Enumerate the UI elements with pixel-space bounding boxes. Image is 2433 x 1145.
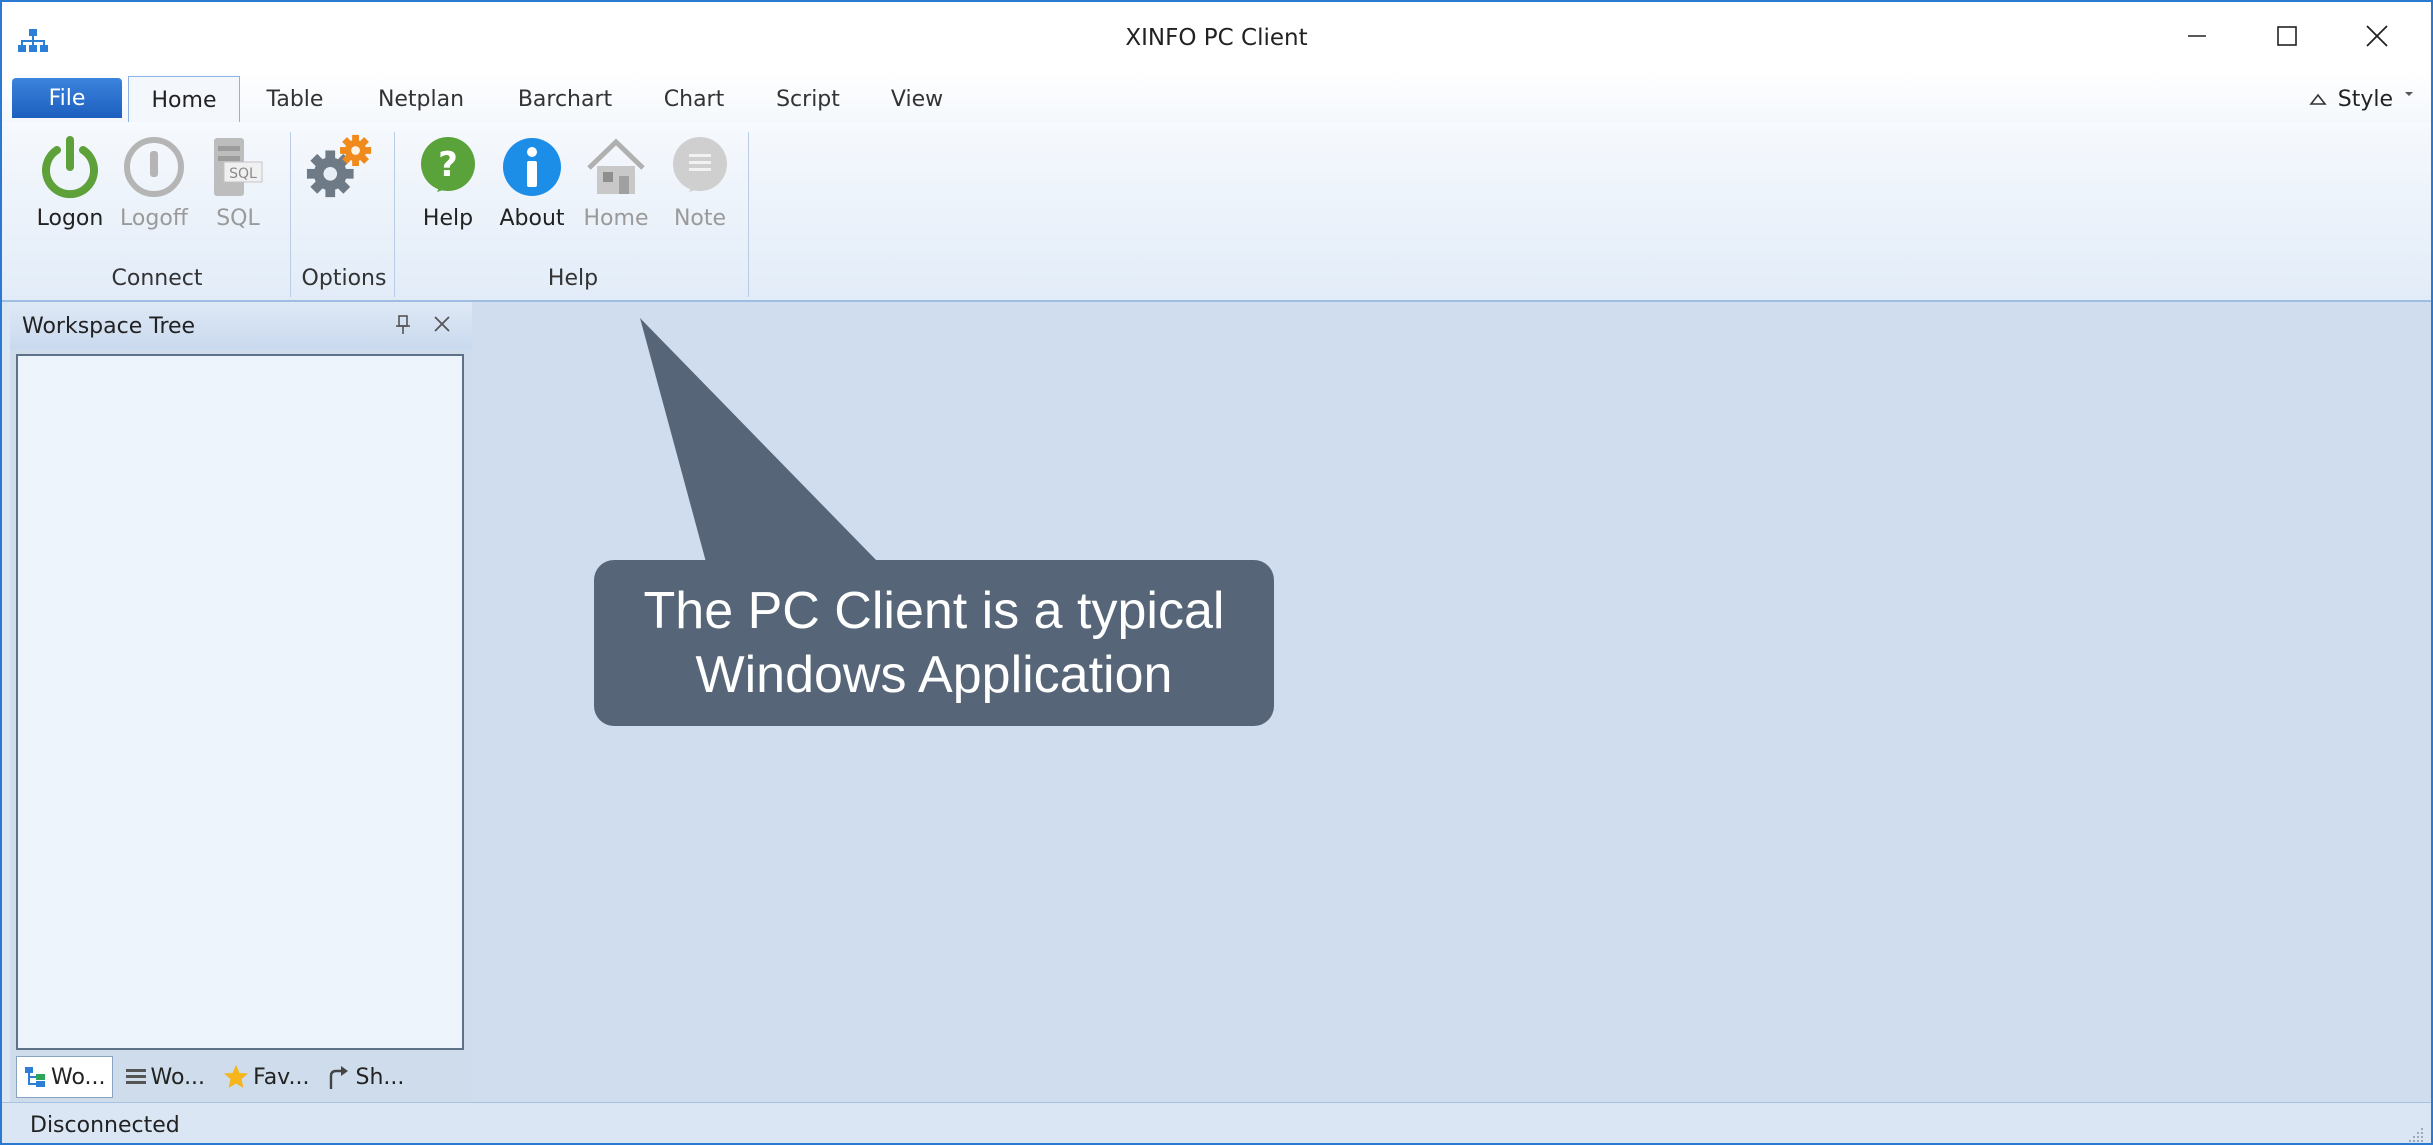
callout-bubble: The PC Client is a typical Windows Appli… — [594, 560, 1274, 726]
logon-label: Logon — [36, 206, 104, 231]
file-tab[interactable]: File — [12, 78, 122, 118]
logon-button[interactable]: Logon — [30, 132, 110, 231]
tab-netplan[interactable]: Netplan — [366, 76, 476, 122]
group-separator — [394, 132, 395, 297]
ribbon-home: Logon Logoff SQL SQL Connect Options ? H… — [2, 122, 2431, 302]
close-button[interactable] — [2332, 12, 2422, 60]
style-label: Style — [2337, 86, 2393, 112]
workspace-panel-title: Workspace Tree — [22, 314, 196, 339]
window-title: XINFO PC Client — [1125, 25, 1308, 51]
tree-icon — [25, 1067, 45, 1087]
home-icon — [587, 138, 645, 194]
chevron-down-icon — [2405, 92, 2413, 96]
info-icon — [503, 138, 561, 196]
tab-workspace-tree[interactable]: Wo... — [16, 1056, 113, 1098]
tab-table[interactable]: Table — [252, 76, 338, 122]
workspace-panel: Workspace Tree Wo... Wo... Fav... Sh... — [10, 302, 472, 1102]
tab-barchart[interactable]: Barchart — [510, 76, 620, 122]
ribbon-tab-row: File Home Table Netplan Barchart Chart S… — [2, 72, 2431, 124]
about-label: About — [499, 206, 565, 231]
home-button[interactable]: Home — [576, 132, 656, 231]
resize-grip-icon[interactable] — [2407, 1126, 2425, 1144]
tab-workspace-list[interactable]: Wo... — [119, 1057, 212, 1097]
question-icon: ? — [421, 137, 475, 192]
group-label-options: Options — [301, 266, 387, 291]
group-separator — [290, 132, 291, 297]
callout-line-2: Windows Application — [695, 646, 1173, 704]
options-button[interactable] — [300, 132, 380, 202]
maximize-button[interactable] — [2242, 12, 2332, 60]
star-icon — [224, 1065, 249, 1088]
logoff-button[interactable]: Logoff — [114, 132, 194, 231]
power-icon — [42, 136, 98, 199]
workspace-tree[interactable] — [16, 354, 464, 1050]
logoff-label: Logoff — [120, 206, 188, 231]
tab-label: Wo... — [51, 1064, 106, 1090]
close-icon[interactable] — [432, 314, 452, 334]
style-menu[interactable]: Style — [2308, 84, 2417, 114]
svg-text:SQL: SQL — [229, 166, 257, 182]
tab-label: Wo... — [150, 1064, 206, 1090]
note-icon — [673, 137, 727, 192]
close-icon — [2366, 25, 2388, 47]
tab-shortcuts[interactable]: Sh... — [321, 1057, 410, 1097]
workspace-panel-tabs: Wo... Wo... Fav... Sh... — [16, 1054, 466, 1100]
svg-text:?: ? — [438, 145, 458, 185]
note-label: Note — [673, 206, 727, 231]
callout-line-1: The PC Client is a typical — [643, 582, 1225, 640]
connection-status: Disconnected — [30, 1113, 180, 1138]
tab-favorites[interactable]: Fav... — [217, 1057, 315, 1097]
about-button[interactable]: About — [492, 132, 572, 231]
power-off-icon — [124, 137, 184, 197]
minimize-button[interactable] — [2152, 12, 2242, 60]
tab-script[interactable]: Script — [766, 76, 850, 122]
sql-label: SQL — [216, 206, 260, 231]
tab-label: Fav... — [253, 1064, 310, 1090]
sql-icon: SQL — [214, 138, 263, 196]
maximize-icon — [2277, 26, 2297, 46]
home-label: Home — [583, 206, 649, 231]
note-button[interactable]: Note — [660, 132, 740, 231]
gears-icon — [306, 134, 372, 198]
status-bar: Disconnected — [2, 1102, 2431, 1144]
tab-label: Sh... — [355, 1064, 405, 1090]
tab-chart[interactable]: Chart — [654, 76, 734, 122]
group-separator — [748, 132, 749, 297]
tab-home[interactable]: Home — [128, 76, 240, 124]
group-label-connect: Connect — [111, 266, 203, 291]
collapse-ribbon-icon[interactable] — [2308, 91, 2328, 107]
pin-icon[interactable] — [394, 314, 412, 336]
title-bar: XINFO PC Client — [2, 2, 2431, 72]
sql-button[interactable]: SQL SQL — [198, 132, 278, 231]
help-label: Help — [422, 206, 474, 231]
list-icon — [125, 1069, 146, 1084]
help-button[interactable]: ? Help — [408, 132, 488, 231]
tab-view[interactable]: View — [880, 76, 954, 122]
app-window: XINFO PC Client File Home Table Netplan … — [0, 0, 2433, 1145]
workspace-panel-header: Workspace Tree — [10, 302, 472, 350]
share-icon — [330, 1066, 349, 1089]
group-label-help: Help — [547, 266, 599, 291]
minimize-icon — [2188, 35, 2206, 37]
